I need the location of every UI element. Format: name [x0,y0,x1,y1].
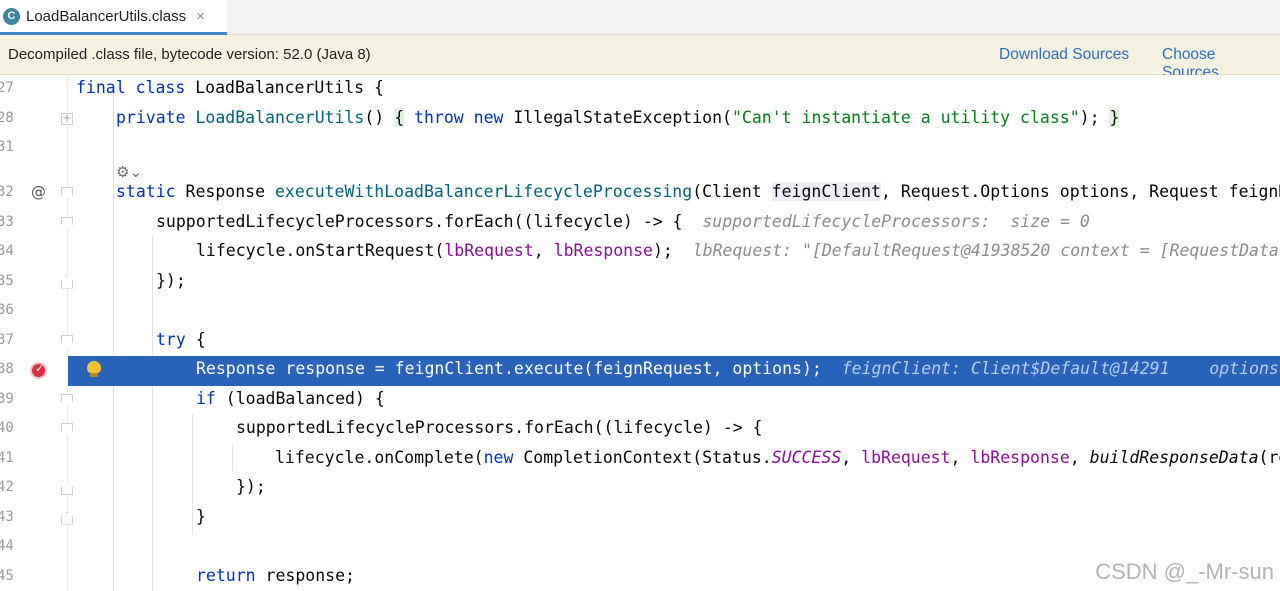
line-number: 35 [0,272,14,289]
code-line: 27 final class LoadBalancerUtils { [0,75,1280,105]
code-text: }); [156,270,186,290]
line-number: 37 [0,331,14,348]
line-number: 38 [0,361,14,377]
fold-icon[interactable] [61,216,73,230]
code-text: }); [236,477,266,496]
code-text: lifecycle.onComplete(new CompletionConte… [275,447,1280,467]
line-number: 27 [0,80,14,96]
breakpoint-icon[interactable]: ✓ [30,362,47,379]
tab-loadbalancerutils[interactable]: C LoadBalancerUtils.class × [0,0,227,35]
line-number: 42 [0,479,14,495]
watermark: CSDN @_-Mr-sun [1095,559,1274,584]
debug-inline-hint: options: [1209,359,1280,378]
code-line: 35 }); [0,268,1280,298]
code-line: 44 [0,533,1280,563]
fold-expand-icon[interactable]: + [61,112,73,125]
code-line: 37 try { [0,327,1280,357]
download-sources-link[interactable]: Download Sources [999,46,1129,64]
fold-icon[interactable] [61,275,73,289]
code-line: 31 [0,134,1280,164]
debug-inline-hint: feignClient: Client$Default@14291 [841,359,1170,378]
code-line: 32 @ static Response executeWithLoadBala… [0,179,1280,209]
fold-icon[interactable] [61,393,73,407]
code-text: supportedLifecycleProcessors.forEach((li… [156,211,1090,231]
fold-icon[interactable] [61,423,73,436]
banner-message: Decompiled .class file, bytecode version… [8,46,371,63]
fold-icon[interactable] [61,511,73,525]
code-line: 36 [0,297,1280,327]
code-line: 39 if (loadBalanced) { [0,386,1280,416]
code-line: 43 } [0,504,1280,534]
decompiled-banner: Decompiled .class file, bytecode version… [0,35,1280,81]
code-line: 34 lifecycle.onStartRequest(lbRequest, l… [0,238,1280,268]
line-number: 41 [0,449,14,466]
code-line: 28 + private LoadBalancerUtils() { throw… [0,105,1280,135]
line-number: 39 [0,390,14,407]
code-line: 42 }); [0,474,1280,504]
code-line: 41 lifecycle.onComplete(new CompletionCo… [0,445,1280,475]
line-number: 43 [0,508,14,525]
code-text: try { [156,329,206,349]
code-editor[interactable]: 27 final class LoadBalancerUtils { 28 + … [0,75,1280,591]
annotation-icon[interactable]: @ [31,183,46,201]
code-text: supportedLifecycleProcessors.forEach((li… [236,418,763,437]
code-line: 40 supportedLifecycleProcessors.forEach(… [0,415,1280,445]
line-number: 32 [0,184,14,200]
fold-icon[interactable] [61,187,73,200]
code-line: 45 return response; [0,563,1280,591]
lightbulb-icon[interactable] [87,361,101,378]
debug-inline-hint: supportedLifecycleProcessors: size = 0 [702,211,1090,231]
line-number: 44 [0,538,14,554]
code-text: lifecycle.onStartRequest(lbRequest, lbRe… [196,241,1280,260]
class-file-icon: C [3,7,20,25]
code-line: 33 supportedLifecycleProcessors.forEach(… [0,209,1280,239]
debug-inline-hint: lbRequest: "[DefaultRequest@41938520 con… [692,241,1280,260]
line-number: 34 [0,243,14,259]
line-number: 36 [0,302,14,318]
code-text: Response response = feignClient.execute(… [196,359,1280,378]
fold-icon[interactable] [61,334,73,348]
code-text: return response; [196,565,355,585]
tab-label: LoadBalancerUtils.class [26,7,187,25]
code-text: static Response executeWithLoadBalancerL… [116,182,1280,201]
line-number: 33 [0,213,14,230]
current-execution-line: 38 ✓ Response response = feignClient.exe… [0,356,1280,386]
close-icon[interactable]: × [196,8,205,25]
code-text: private LoadBalancerUtils() { throw new … [116,107,1120,127]
code-text: } [196,506,206,526]
editor-tab-bar: C LoadBalancerUtils.class × [0,0,1280,35]
line-number: 28 [0,109,14,126]
fold-icon[interactable] [61,482,73,495]
code-text: final class LoadBalancerUtils { [76,78,384,97]
line-number: 45 [0,567,14,584]
line-number: 31 [0,139,14,155]
code-text: if (loadBalanced) { [196,388,385,408]
line-number: 40 [0,420,14,436]
